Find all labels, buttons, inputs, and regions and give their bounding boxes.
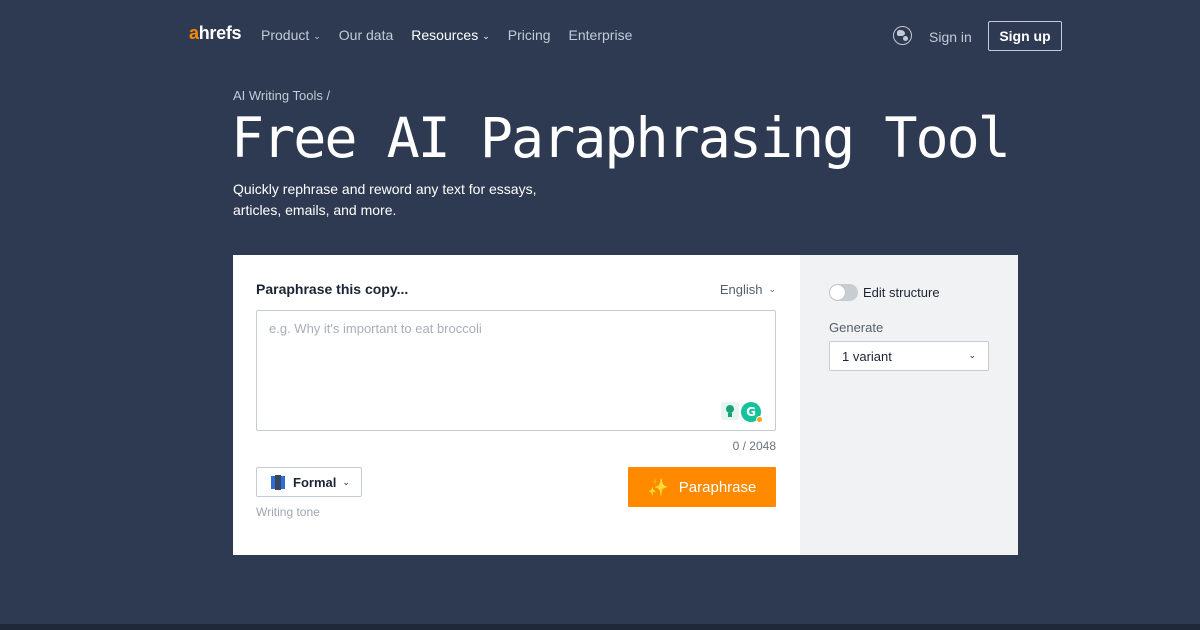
tone-caption: Writing tone bbox=[256, 505, 320, 519]
nav-enterprise-label: Enterprise bbox=[568, 27, 633, 43]
suit-icon bbox=[271, 474, 285, 490]
lightbulb-icon[interactable] bbox=[721, 402, 739, 420]
nav-product-label: Product bbox=[261, 27, 310, 43]
chevron-down-icon: ⌄ bbox=[482, 30, 490, 41]
subtitle-line-1: Quickly rephrase and reword any text for… bbox=[233, 181, 537, 197]
nav-resources[interactable]: Resources ⌄ bbox=[411, 27, 489, 43]
chevron-down-icon: ⌄ bbox=[313, 30, 321, 41]
nav-enterprise[interactable]: Enterprise bbox=[569, 27, 633, 43]
nav-resources-label: Resources bbox=[411, 27, 479, 43]
paraphrase-tool-card: Paraphrase this copy... English ⌄ e.g. Wh… bbox=[233, 255, 1018, 555]
input-placeholder: e.g. Why it's important to eat broccoli bbox=[269, 321, 482, 336]
top-nav: ahrefs Product ⌄ Our data Resources ⌄ Pric… bbox=[0, 0, 1200, 72]
variant-count-select[interactable]: 1 variant ⌄ bbox=[829, 341, 989, 371]
tone-value: Formal bbox=[293, 474, 337, 490]
language-value: English bbox=[719, 282, 763, 297]
sparkle-icon: ✨ bbox=[647, 477, 669, 497]
nav-product[interactable]: Product ⌄ bbox=[261, 27, 321, 43]
page-subtitle: Quickly rephrase and reword any text for… bbox=[233, 179, 553, 221]
breadcrumb[interactable]: AI Writing Tools / bbox=[233, 88, 330, 103]
edit-structure-toggle[interactable] bbox=[829, 284, 858, 301]
logo-letter-a: a bbox=[189, 23, 199, 43]
nav-our-data[interactable]: Our data bbox=[339, 27, 393, 43]
paraphrase-input[interactable]: e.g. Why it's important to eat broccoli … bbox=[256, 310, 776, 431]
paraphrase-button-label: Paraphrase bbox=[678, 478, 757, 496]
nav-our-data-label: Our data bbox=[338, 27, 394, 43]
writing-tone-select[interactable]: Formal ⌄ bbox=[256, 467, 362, 497]
edit-structure-label[interactable]: Edit structure bbox=[863, 285, 940, 300]
subtitle-line-2: articles, emails, and more. bbox=[233, 202, 397, 218]
bottom-divider bbox=[0, 624, 1200, 630]
generate-label: Generate bbox=[829, 320, 884, 335]
logo-text: hrefs bbox=[198, 23, 242, 43]
page-title: Free AI Paraphrasing Tool bbox=[231, 106, 1011, 170]
paraphrase-button[interactable]: ✨ Paraphrase bbox=[628, 467, 776, 507]
grammarly-icon[interactable]: G bbox=[741, 402, 763, 423]
language-select[interactable]: English ⌄ bbox=[720, 282, 776, 297]
nav-links: Product ⌄ Our data Resources ⌄ Pricing Ent… bbox=[261, 27, 650, 43]
sign-up-button[interactable]: Sign up bbox=[988, 21, 1062, 51]
input-label: Paraphrase this copy... bbox=[256, 281, 409, 297]
variant-value: 1 variant bbox=[842, 348, 892, 364]
extension-icons: G bbox=[721, 402, 763, 423]
sign-in-link[interactable]: Sign in bbox=[929, 29, 972, 45]
chevron-down-icon: ⌄ bbox=[768, 284, 776, 294]
chevron-down-icon: ⌄ bbox=[342, 476, 350, 487]
nav-pricing[interactable]: Pricing bbox=[508, 27, 551, 43]
character-counter: 0 / 2048 bbox=[732, 439, 776, 453]
input-panel: Paraphrase this copy... English ⌄ e.g. Wh… bbox=[233, 255, 800, 555]
nav-pricing-label: Pricing bbox=[507, 27, 551, 43]
globe-icon[interactable] bbox=[893, 26, 912, 45]
ahrefs-logo[interactable]: ahrefs bbox=[189, 23, 242, 44]
chevron-down-icon: ⌄ bbox=[968, 350, 976, 360]
notification-dot bbox=[756, 416, 763, 423]
options-panel: Edit structure Generate 1 variant ⌄ bbox=[800, 255, 1018, 555]
